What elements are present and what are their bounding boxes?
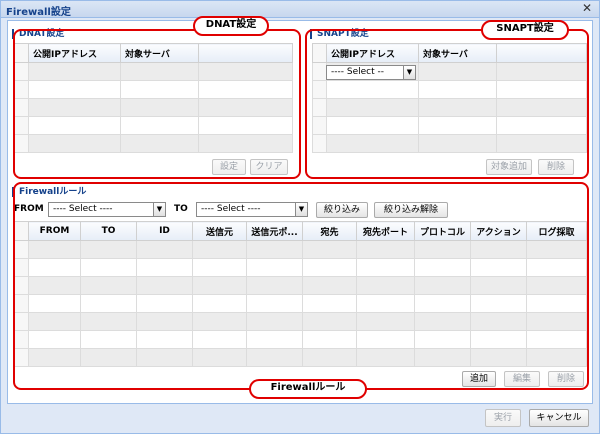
snapt-callout: SNAPT設定 — [481, 20, 569, 40]
firewall-callout: Firewallルール — [249, 379, 367, 399]
firewall-highlight-box — [13, 182, 589, 390]
dialog-title: Firewall設定 — [6, 7, 71, 18]
close-icon[interactable]: ✕ — [581, 2, 593, 14]
dialog-titlebar[interactable]: Firewall設定 ✕ — [1, 1, 599, 18]
execute-button[interactable]: 実行 — [485, 409, 521, 427]
cancel-button[interactable]: キャンセル — [529, 409, 589, 427]
snapt-highlight-box — [305, 29, 589, 179]
dnat-callout: DNAT設定 — [193, 16, 269, 36]
dnat-highlight-box — [13, 29, 301, 179]
firewall-settings-dialog: Firewall設定 ✕ DNAT設定 公開IPアドレス 対象サーバ 設定 クリ… — [0, 0, 600, 434]
